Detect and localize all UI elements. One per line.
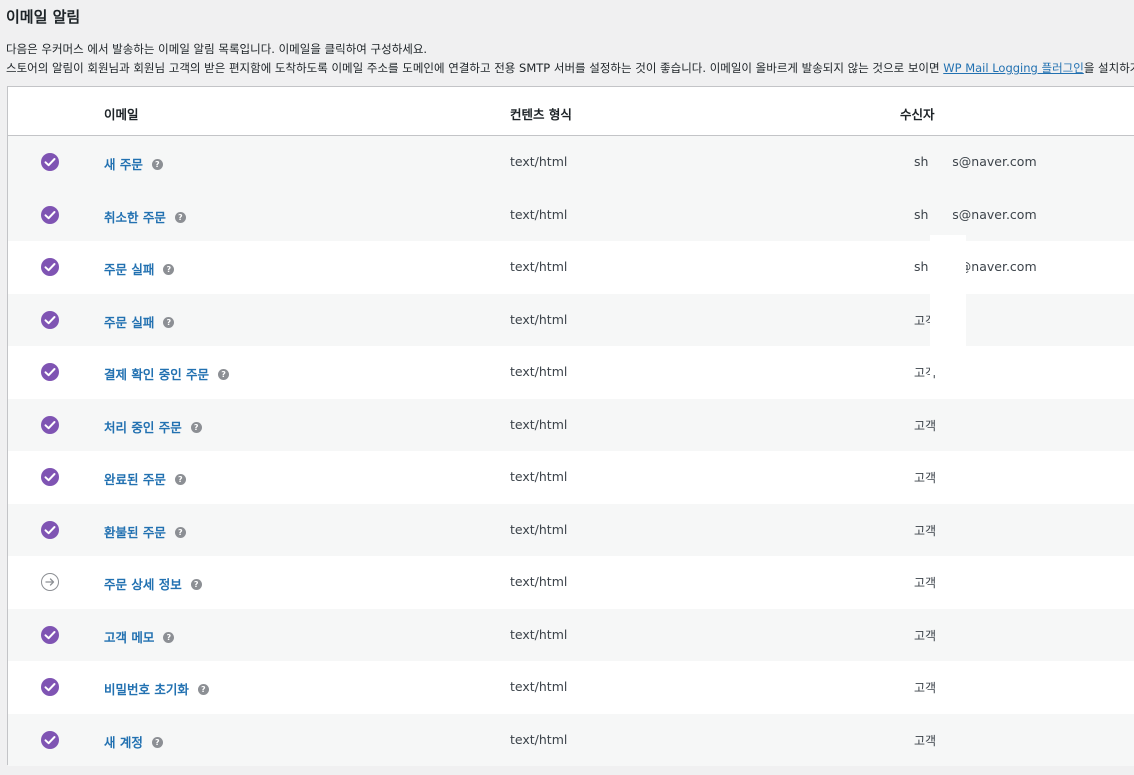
content-type-cell: text/html [510, 731, 568, 747]
table-row[interactable]: 비밀번호 초기화? text/html 고객 [8, 661, 1134, 714]
table-row[interactable]: 취소한 주문? text/html sh s@naver.com [8, 188, 1134, 241]
help-icon[interactable]: ? [163, 631, 175, 643]
check-circle-icon [40, 730, 60, 750]
column-recipient: 수신자 [900, 107, 935, 122]
email-name-link[interactable]: 완료된 주문 [104, 469, 166, 488]
description-suffix: 을 설치하거나 [1083, 61, 1134, 75]
help-icon[interactable]: ? [174, 474, 186, 485]
check-circle-icon [40, 415, 60, 435]
redaction-mask [930, 235, 966, 375]
page-title: 이메일 알림 [6, 8, 81, 26]
content-type-cell: text/html [510, 364, 568, 379]
check-circle-icon [40, 152, 60, 172]
content-type-cell: text/html [510, 154, 568, 169]
check-circle-icon [40, 520, 60, 540]
email-name-cell: 주문 상세 정보? [104, 574, 202, 593]
email-name-cell: 비밀번호 초기화? [104, 679, 209, 698]
content-type-cell: text/html [510, 311, 568, 327]
email-name-cell: 처리 중인 주문? [104, 417, 202, 436]
table-row[interactable]: 완료된 주문? text/html 고객 [8, 451, 1134, 504]
help-icon[interactable]: ? [174, 211, 186, 223]
email-name-link[interactable]: 새 계정 [104, 732, 143, 751]
help-icon[interactable]: ? [163, 316, 175, 328]
email-name-cell: 완료된 주문? [104, 469, 186, 488]
check-circle-icon [40, 362, 60, 382]
table-row[interactable]: 새 주문? text/html sh s@naver.com [8, 136, 1134, 189]
description-line-2: 스토어의 알림이 회원님과 회원님 고객의 받은 편지함에 도착하도록 이메일 … [6, 59, 1134, 78]
table-body: 새 주문? text/html sh s@naver.com 취소한 주문? text/… [8, 136, 1134, 766]
help-icon[interactable]: ? [151, 159, 163, 170]
email-name-link[interactable]: 주문 실패 [104, 312, 154, 331]
email-name-cell: 고객 메모? [104, 627, 175, 646]
table-row[interactable]: 고객 메모? text/html 고객 [8, 608, 1134, 661]
content-type-cell: text/html [510, 626, 568, 642]
table-row[interactable]: 주문 상세 정보? text/html 고객 [8, 556, 1134, 609]
description-line-1: 다음은 우커머스 에서 발송하는 이메일 알림 목록입니다. 이메일을 클릭하여… [6, 42, 428, 56]
arrow-circle-icon [40, 572, 60, 592]
email-name-link[interactable]: 새 주문 [104, 154, 143, 173]
content-type-cell: text/html [510, 259, 568, 274]
recipient-cell: 고객 [914, 628, 937, 643]
check-circle-icon [40, 625, 60, 645]
recipient-cell: sh s@naver.com [914, 206, 1037, 222]
email-name-cell: 취소한 주문? [104, 207, 186, 226]
email-name-cell: 주문 실패? [104, 259, 175, 278]
content-type-cell: text/html [510, 679, 568, 694]
email-name-link[interactable]: 주문 실패 [104, 259, 154, 278]
email-name-cell: 환불된 주문? [104, 522, 186, 541]
help-icon[interactable]: ? [163, 264, 175, 275]
table-row[interactable]: 처리 중인 주문? text/html 고객 [8, 398, 1134, 451]
email-name-cell: 새 주문? [104, 154, 163, 173]
email-name-link[interactable]: 처리 중인 주문 [104, 417, 182, 436]
table-header: 이메일 컨텐츠 형식 수신자 [8, 87, 1134, 136]
recipient-cell: 고객 [914, 471, 937, 485]
recipient-cell: sh s@naver.com [914, 154, 1037, 169]
help-icon[interactable]: ? [190, 421, 202, 433]
email-name-link[interactable]: 주문 상세 정보 [104, 574, 182, 593]
column-email: 이메일 [104, 107, 139, 122]
email-name-cell: 새 계정? [104, 732, 163, 751]
email-notifications-table: 이메일 컨텐츠 형식 수신자 새 주문? text/html sh s@naver.… [7, 86, 1134, 766]
content-type-cell: text/html [510, 206, 568, 222]
help-icon[interactable]: ? [151, 736, 163, 748]
recipient-cell: 고객 [914, 576, 937, 590]
help-icon[interactable]: ? [174, 526, 186, 538]
email-name-link[interactable]: 환불된 주문 [104, 522, 166, 541]
help-icon[interactable]: ? [197, 684, 209, 695]
recipient-cell: 고객 [914, 733, 937, 748]
check-circle-icon [40, 677, 60, 697]
email-name-cell: 결제 확인 중인 주문? [104, 364, 230, 383]
content-type-cell: text/html [510, 416, 568, 432]
recipient-cell: 고객 [914, 681, 937, 695]
check-circle-icon [40, 310, 60, 330]
content-type-cell: text/html [510, 521, 568, 537]
email-name-link[interactable]: 고객 메모 [104, 627, 154, 646]
wp-mail-logging-link[interactable]: WP Mail Logging 플러그인 [943, 61, 1084, 75]
content-type-cell: text/html [510, 469, 568, 484]
column-content-type: 컨텐츠 형식 [510, 107, 572, 122]
recipient-cell: 고객 [914, 418, 937, 433]
check-circle-icon [40, 257, 60, 277]
email-name-link[interactable]: 결제 확인 중인 주문 [104, 364, 209, 383]
check-circle-icon [40, 467, 60, 487]
description-text: 스토어의 알림이 회원님과 회원님 고객의 받은 편지함에 도착하도록 이메일 … [6, 61, 944, 75]
email-name-link[interactable]: 취소한 주문 [104, 207, 166, 226]
help-icon[interactable]: ? [218, 369, 230, 380]
table-row[interactable]: 환불된 주문? text/html 고객 [8, 503, 1134, 556]
check-circle-icon [40, 205, 60, 225]
email-name-cell: 주문 실패? [104, 312, 175, 331]
page-description: 다음은 우커머스 에서 발송하는 이메일 알림 목록입니다. 이메일을 클릭하여… [6, 40, 1134, 78]
email-name-link[interactable]: 비밀번호 초기화 [104, 679, 189, 698]
help-icon[interactable]: ? [190, 579, 202, 590]
content-type-cell: text/html [510, 574, 568, 589]
table-row[interactable]: 새 계정? text/html 고객 [8, 713, 1134, 766]
recipient-cell: 고객 [914, 523, 937, 538]
